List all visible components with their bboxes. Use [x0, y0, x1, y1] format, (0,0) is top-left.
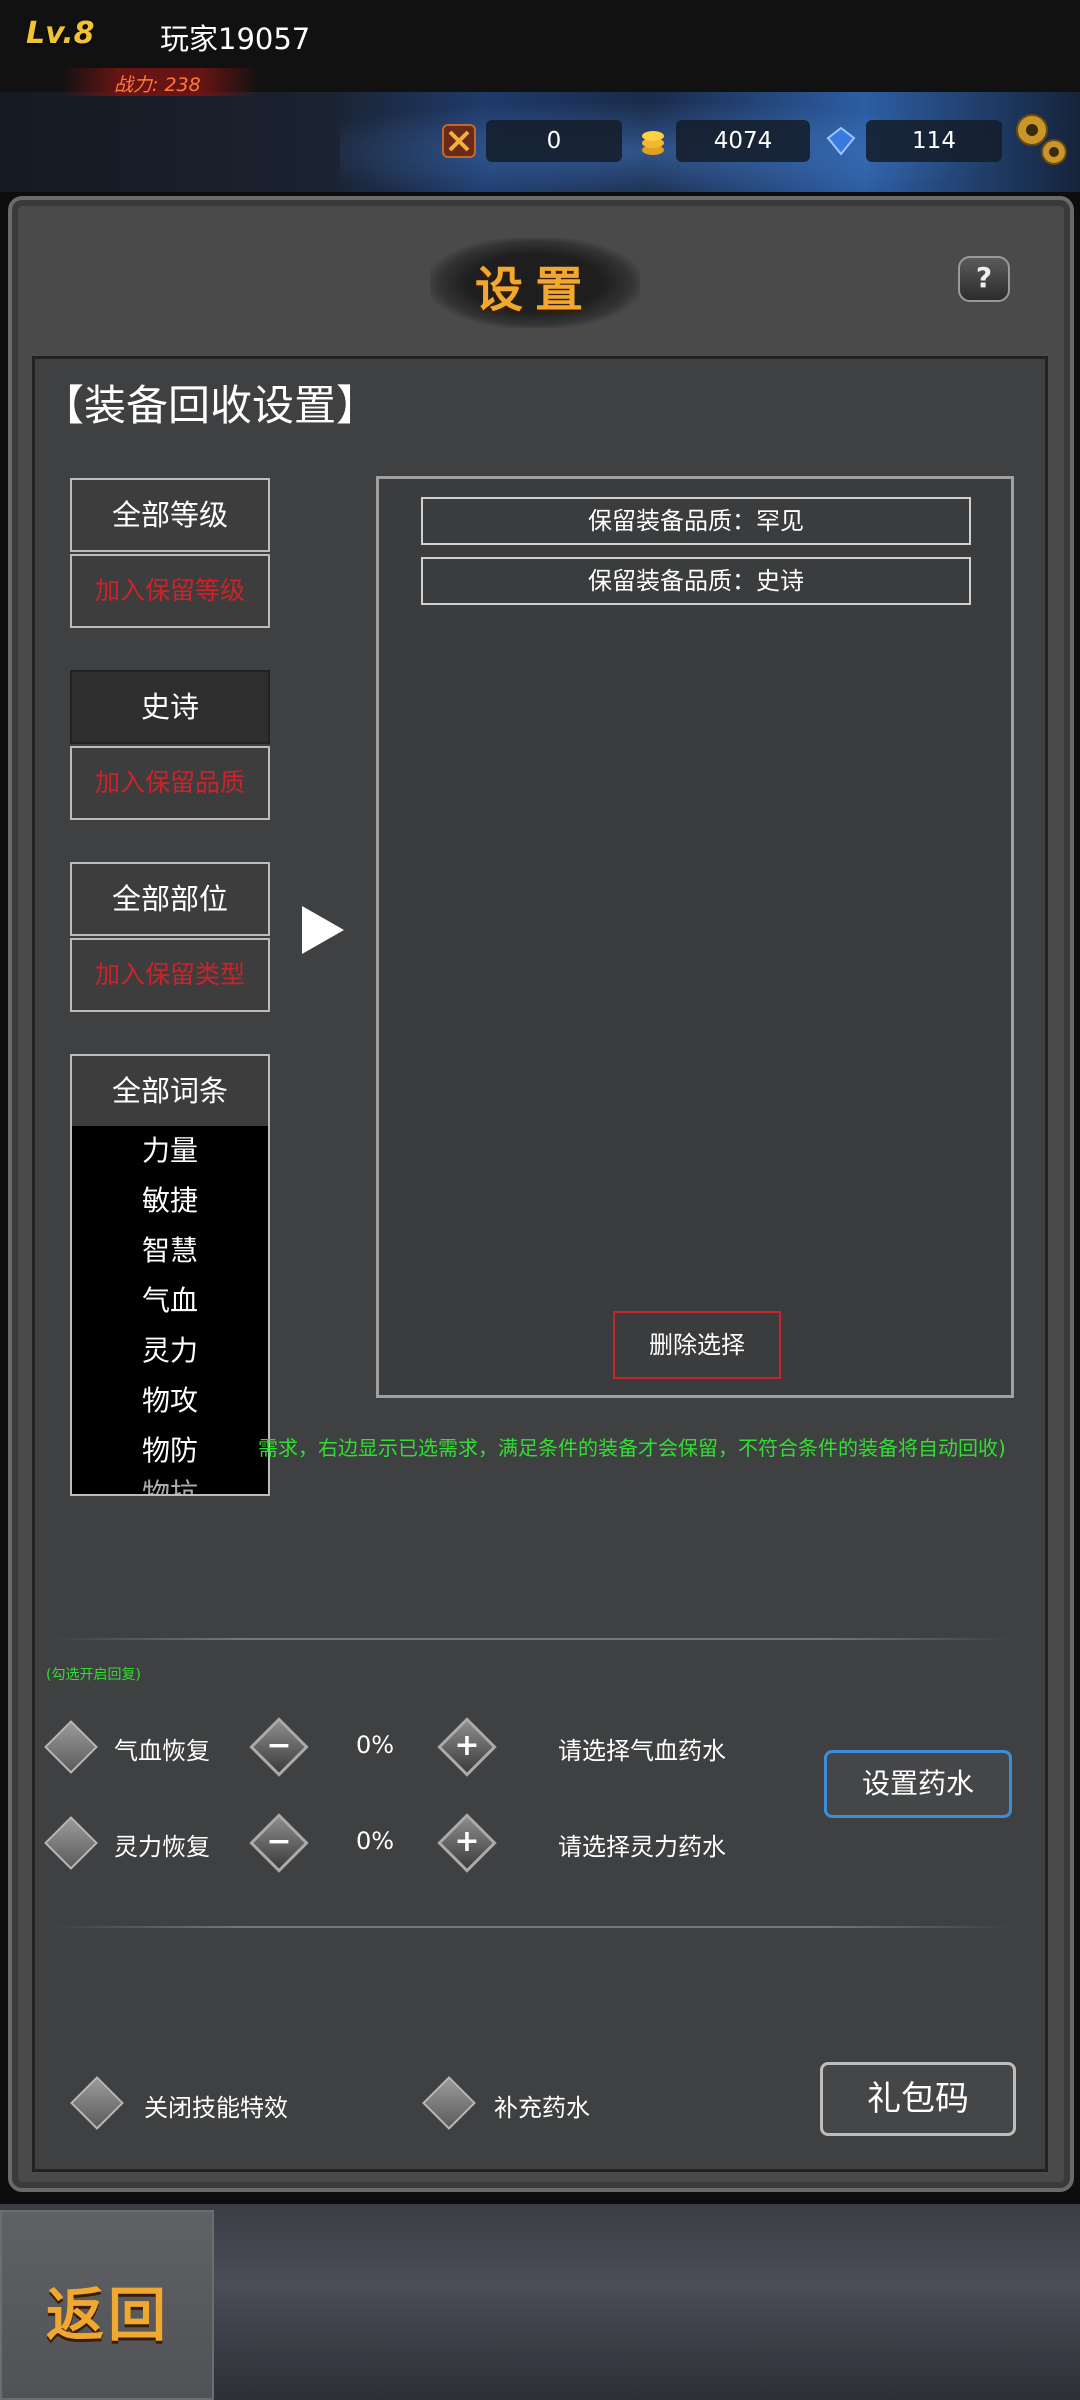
hp-recovery-label: 气血恢复	[114, 1737, 210, 1765]
divider	[52, 1638, 1012, 1640]
affix-option[interactable]: 物抗	[72, 1476, 268, 1494]
plus-icon: +	[454, 1728, 480, 1763]
power-banner: 战力: 238	[60, 68, 260, 96]
recycle-hint: 需求，右边显示已选需求，满足条件的装备才会保留，不符合条件的装备将自动回收)	[258, 1436, 1006, 1460]
divider	[52, 1926, 1012, 1928]
affix-option[interactable]: 气血	[72, 1276, 268, 1326]
hp-percent: 0%	[356, 1731, 395, 1759]
plus-icon: +	[454, 1824, 480, 1859]
page-title: 设置	[474, 262, 595, 318]
hp-potion-select[interactable]: 请选择气血药水	[558, 1731, 726, 1766]
affix-dropdown[interactable]: 全部词条	[70, 1054, 270, 1128]
kept-condition-item[interactable]: 保留装备品质：史诗	[421, 557, 971, 605]
recovery-hint: (勾选开启回复)	[46, 1667, 141, 1683]
power-value: 战力: 238	[114, 74, 201, 96]
mp-potion-select[interactable]: 请选择灵力药水	[558, 1827, 726, 1862]
set-potion-button[interactable]: 设置药水	[824, 1750, 1012, 1818]
player-name: 玩家19057	[160, 22, 311, 56]
minus-icon: −	[266, 1824, 292, 1859]
section-title: 【装备回收设置】	[42, 381, 379, 430]
gift-code-button[interactable]: 礼包码	[820, 2062, 1016, 2136]
kept-conditions-list: 保留装备品质：罕见 保留装备品质：史诗 删除选择	[376, 476, 1014, 1398]
resource-value-1: 4074	[676, 120, 810, 162]
add-quality-button[interactable]: 加入保留品质	[70, 746, 270, 820]
level-dropdown[interactable]: 全部等级	[70, 478, 270, 552]
player-level: Lv.8	[26, 16, 95, 51]
help-button[interactable]: ?	[958, 256, 1010, 302]
affix-option[interactable]: 物攻	[72, 1376, 268, 1426]
affix-option[interactable]: 智慧	[72, 1226, 268, 1276]
resource-value-2: 114	[866, 120, 1002, 162]
sword-badge-icon	[442, 124, 476, 158]
affix-option[interactable]: 物防	[72, 1426, 268, 1476]
add-slot-button[interactable]: 加入保留类型	[70, 938, 270, 1012]
affix-option[interactable]: 敏捷	[72, 1176, 268, 1226]
back-button-label: 返回	[46, 2281, 171, 2349]
blue-gem-icon	[824, 124, 858, 158]
delete-selection-button[interactable]: 删除选择	[613, 1311, 781, 1379]
minus-icon: −	[266, 1728, 292, 1763]
settings-gear-icon[interactable]	[1004, 104, 1074, 174]
slot-dropdown[interactable]: 全部部位	[70, 862, 270, 936]
mp-percent: 0%	[356, 1827, 395, 1855]
kept-condition-item[interactable]: 保留装备品质：罕见	[421, 497, 971, 545]
affix-dropdown-list[interactable]: 力量 敏捷 智慧 气血 灵力 物攻 物防 物抗	[70, 1126, 270, 1496]
mp-recovery-label: 灵力恢复	[114, 1833, 210, 1861]
affix-option[interactable]: 力量	[72, 1126, 268, 1176]
arrow-right-icon	[302, 906, 344, 954]
affix-option[interactable]: 灵力	[72, 1326, 268, 1376]
refill-potion-label: 补充药水	[494, 2094, 590, 2122]
quality-dropdown[interactable]: 史诗	[70, 670, 270, 744]
resource-value-0: 0	[486, 120, 622, 162]
close-effects-label: 关闭技能特效	[144, 2094, 288, 2122]
add-level-button[interactable]: 加入保留等级	[70, 554, 270, 628]
gold-coins-icon	[636, 124, 670, 158]
